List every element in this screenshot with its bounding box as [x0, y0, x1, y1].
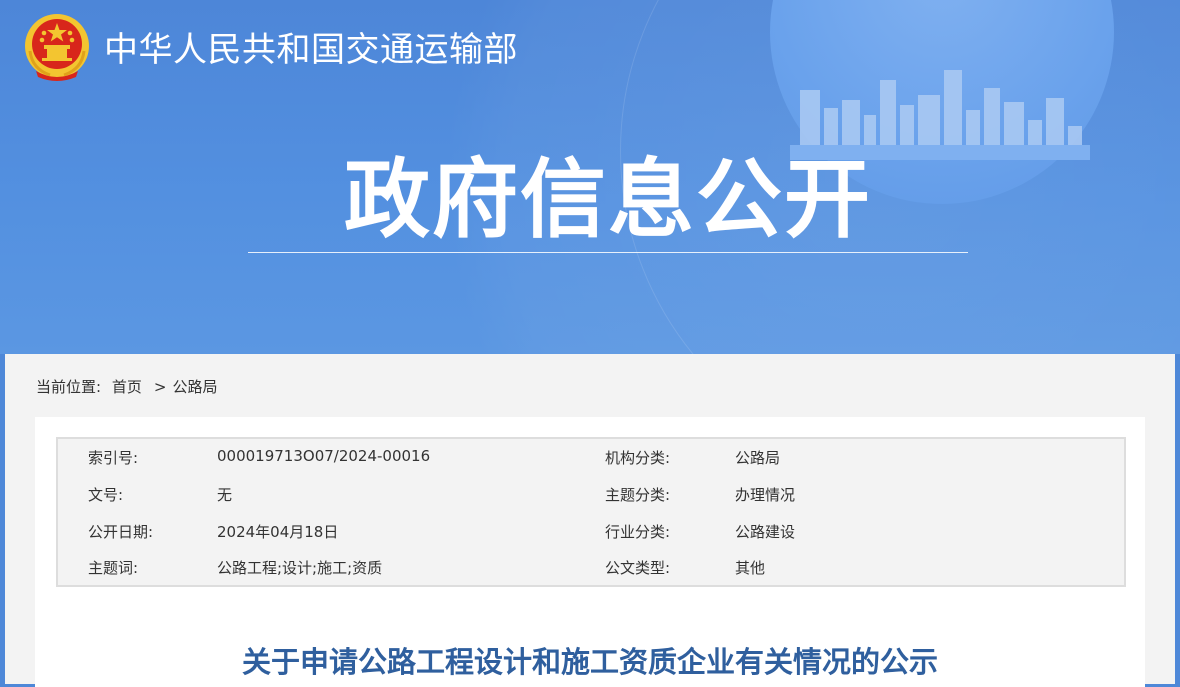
index-number-label: 索引号: — [88, 449, 139, 467]
breadcrumb-separator: > — [153, 378, 167, 396]
agency-category-value: 公路局 — [735, 449, 781, 467]
keywords-value: 公路工程;设计;施工;资质 — [217, 559, 383, 577]
document-number-label: 文号: — [88, 486, 124, 504]
metadata-row: 主题词: 公路工程;设计;施工;资质 公文类型: 其他 — [58, 557, 1124, 581]
agency-category-label: 机构分类: — [605, 449, 671, 467]
publish-date-value: 2024年04月18日 — [217, 523, 339, 541]
ministry-name[interactable]: 中华人民共和国交通运输部 — [104, 22, 518, 71]
keywords-label: 主题词: — [88, 559, 139, 577]
article-panel: 索引号: 000019713O07/2024-00016 机构分类: 公路局 文… — [35, 417, 1145, 687]
document-type-label: 公文类型: — [605, 559, 671, 577]
breadcrumb-current-link[interactable]: 公路局 — [172, 378, 217, 396]
section-title: 政府信息公开 — [344, 150, 872, 250]
metadata-row: 索引号: 000019713O07/2024-00016 机构分类: 公路局 — [58, 447, 1124, 471]
header-banner: 中华人民共和国交通运输部 政府信息公开 — [0, 0, 1180, 354]
breadcrumb-prefix: 当前位置: — [36, 378, 102, 396]
subject-category-label: 主题分类: — [605, 486, 671, 504]
document-number-value: 无 — [217, 486, 233, 504]
title-divider — [248, 252, 968, 253]
national-emblem-icon — [25, 14, 89, 81]
industry-category-value: 公路建设 — [735, 523, 796, 541]
city-skyline-icon — [790, 70, 1090, 160]
breadcrumb-home-link[interactable]: 首页 — [112, 378, 142, 396]
subject-category-value: 办理情况 — [735, 486, 796, 504]
metadata-row: 公开日期: 2024年04月18日 行业分类: 公路建设 — [58, 521, 1124, 545]
document-type-value: 其他 — [735, 559, 766, 577]
publish-date-label: 公开日期: — [88, 523, 154, 541]
content-card: 当前位置: 首页 > 公路局 索引号: 000019713O07/2024-0001… — [5, 354, 1175, 687]
breadcrumb: 当前位置: 首页 > 公路局 — [36, 376, 223, 397]
industry-category-label: 行业分类: — [605, 523, 671, 541]
document-title: 关于申请公路工程设计和施工资质企业有关情况的公示 — [241, 645, 938, 679]
document-metadata-table: 索引号: 000019713O07/2024-00016 机构分类: 公路局 文… — [56, 437, 1126, 587]
metadata-row: 文号: 无 主题分类: 办理情况 — [58, 484, 1124, 508]
index-number-value: 000019713O07/2024-00016 — [217, 447, 431, 465]
